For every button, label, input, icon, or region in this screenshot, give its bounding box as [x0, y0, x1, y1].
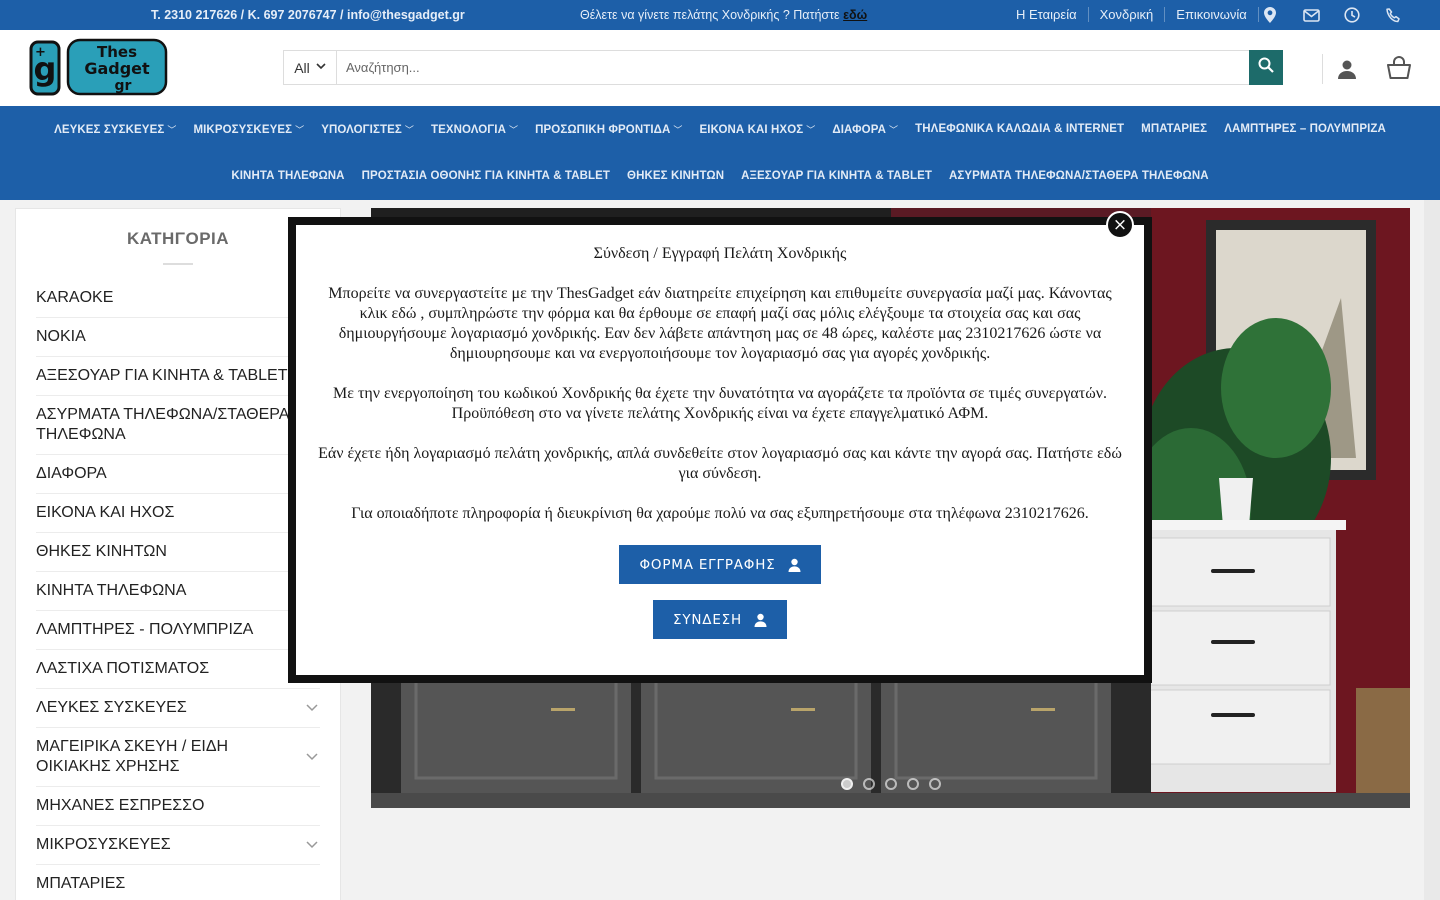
modal-paragraph-1: Μπορείτε να συνεργαστείτε με την ThesGad…	[328, 285, 1112, 362]
modal-paragraph-3: Εάν έχετε ήδη λογαριασμό πελάτη χονδρική…	[318, 445, 1122, 482]
close-icon[interactable]: ×	[1106, 211, 1134, 239]
modal-paragraph-2: Με την ενεργοποίηση του κωδικού Χονδρική…	[333, 385, 1107, 422]
login-button[interactable]: ΣΥΝΔΕΣΗ	[653, 600, 787, 639]
modal-title: Σύνδεση / Εγγραφή Πελάτη Χονδρικής	[593, 245, 847, 262]
modal-content: Σύνδεση / Εγγραφή Πελάτη Χονδρικής Μπορε…	[296, 225, 1144, 675]
user-icon	[754, 613, 767, 627]
register-form-button[interactable]: ΦΟΡΜΑ ΕΓΓΡΑΦΗΣ	[619, 545, 821, 584]
user-icon	[788, 558, 801, 572]
wholesale-modal: Σύνδεση / Εγγραφή Πελάτη Χονδρικής Μπορε…	[288, 217, 1152, 683]
modal-paragraph-4: Για οποιαδήποτε πληροφορία ή διευκρίνιση…	[351, 505, 1089, 522]
